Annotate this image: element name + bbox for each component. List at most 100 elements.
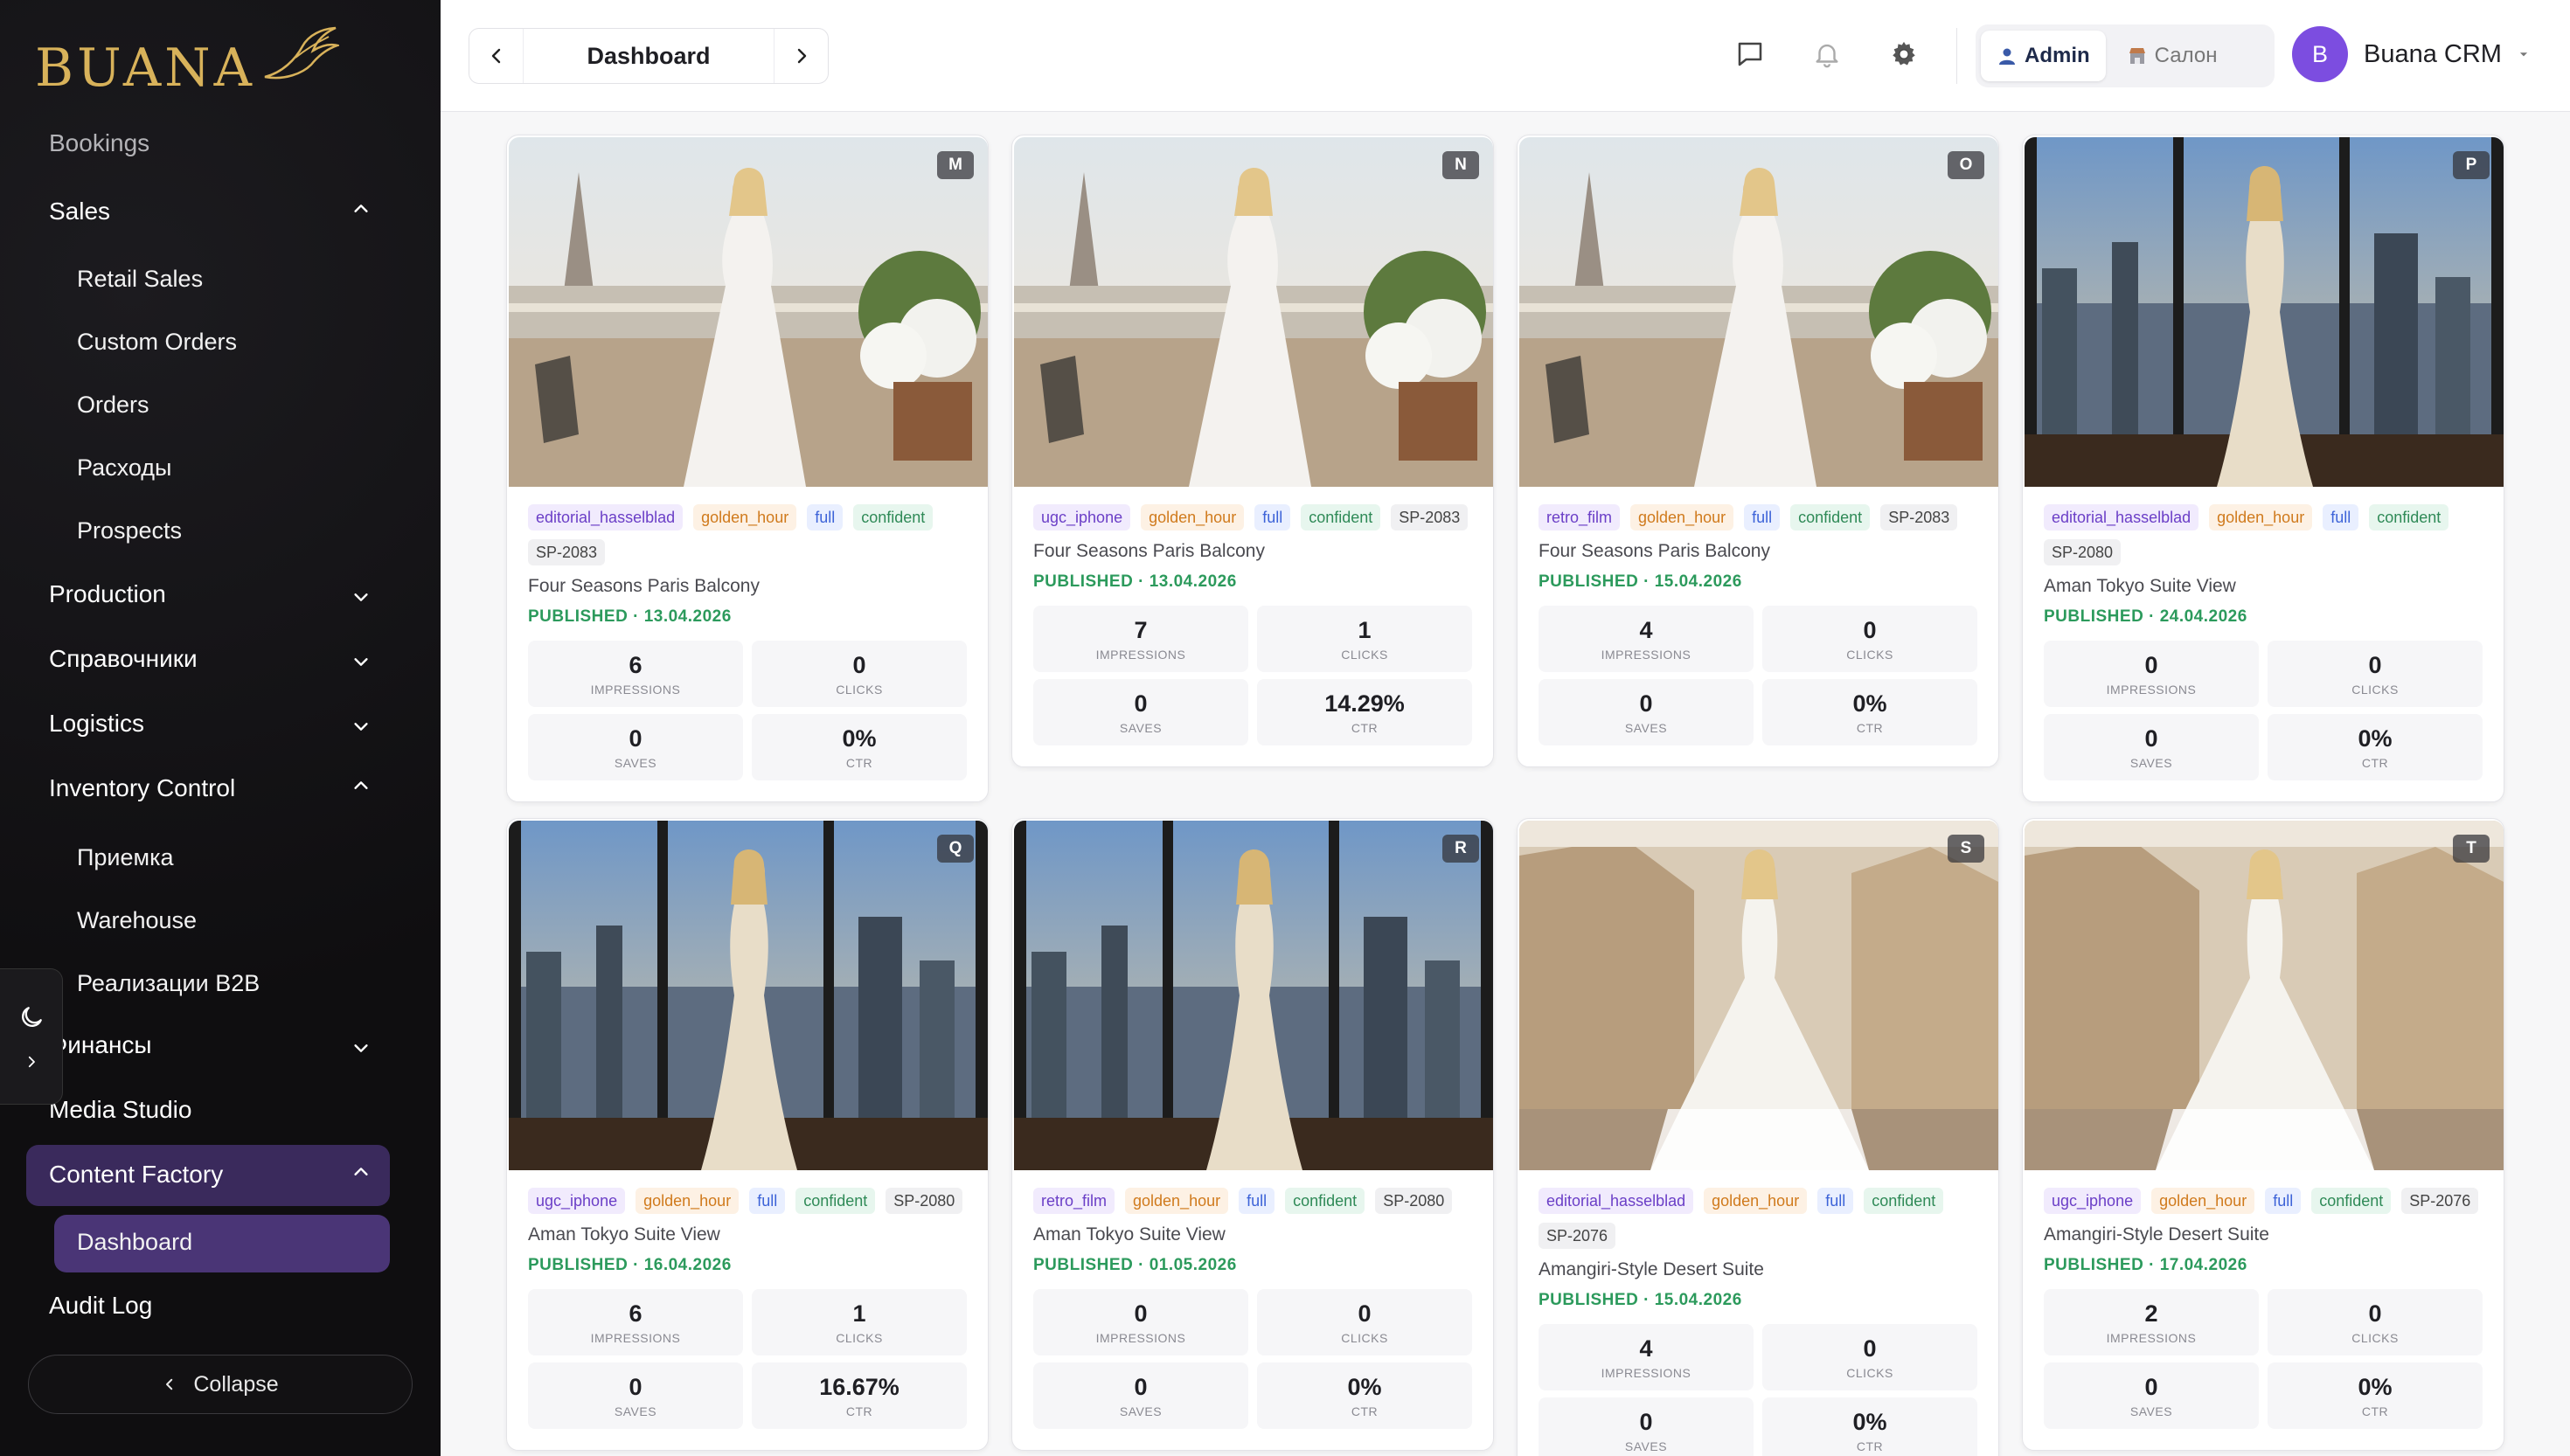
brand-logo[interactable]: BUANA [35,26,339,110]
stat-impressions: 6 IMPRESSIONS [528,1289,743,1355]
sidebar-item-spravochniki[interactable]: Справочники [49,645,198,673]
tag-chip[interactable]: editorial_hasselblad [1539,1188,1694,1214]
tag-chip[interactable]: editorial_hasselblad [528,504,684,530]
sidebar-item-b2b-sales[interactable]: Реализации B2B [77,970,260,997]
tag-chip[interactable]: confident [795,1188,876,1214]
card-photo[interactable]: T [2025,821,2504,1170]
tag-chip[interactable]: golden_hour [2151,1188,2255,1214]
card-status: PUBLISHED · 15.04.2026 [1539,1291,1742,1309]
card-photo[interactable]: N [1014,137,1493,487]
sidebar-item-inventory-control[interactable]: Inventory Control [49,774,235,802]
content-card[interactable]: N ugc_iphone golden_hour full confident SP-2… [1011,135,1494,767]
messages-button[interactable] [1733,37,1768,72]
chevron-down-icon[interactable] [350,1037,372,1059]
tag-chip[interactable]: confident [2369,504,2449,530]
card-photo[interactable]: R [1014,821,1493,1170]
moon-icon[interactable] [17,1003,45,1031]
content-card[interactable]: T ugc_iphone golden_hour full confident SP-2… [2022,818,2504,1451]
sidebar-item-priemka[interactable]: Приемка [77,844,174,871]
content-card[interactable]: R retro_film golden_hour full confident SP-2… [1011,818,1494,1451]
chevron-down-icon[interactable] [350,650,372,673]
tag-chip[interactable]: golden_hour [1630,504,1734,530]
sidebar-item-custom-orders[interactable]: Custom Orders [77,329,237,356]
tag-chip[interactable]: full [2265,1188,2302,1214]
tag-chip[interactable]: golden_hour [1141,504,1245,530]
tag-chip[interactable]: full [1744,504,1781,530]
tag-chip[interactable]: confident [1301,504,1381,530]
chevron-up-icon[interactable] [350,198,372,220]
card-photo[interactable]: P [2025,137,2504,487]
collapse-button[interactable]: Collapse [28,1355,413,1414]
tag-chip[interactable]: confident [2311,1188,2392,1214]
tag-chip[interactable]: SP-2080 [1375,1188,1453,1214]
sidebar-item-sales[interactable]: Sales [49,198,110,225]
content-card[interactable]: O retro_film golden_hour full confident SP-2… [1517,135,1999,767]
stat-ctr: 16.67% CTR [752,1362,967,1429]
back-button[interactable] [469,29,524,83]
chevron-right-icon[interactable] [24,1054,39,1070]
tag-chip[interactable]: golden_hour [1704,1188,1808,1214]
tag-chip[interactable]: SP-2080 [2044,539,2122,565]
theme-toggle-tab[interactable] [0,968,63,1105]
sidebar-item-dashboard[interactable]: Dashboard [77,1229,192,1256]
tag-chip[interactable]: full [1239,1188,1275,1214]
sidebar-item-media-studio[interactable]: Media Studio [49,1096,191,1124]
tag-chip[interactable]: SP-2083 [1391,504,1469,530]
content-card[interactable]: P editorial_hasselblad golden_hour full con… [2022,135,2504,802]
tag-chip[interactable]: full [1254,504,1291,530]
tag-chip[interactable]: ugc_iphone [1033,504,1131,530]
sidebar-item-bookings[interactable]: Bookings [49,129,149,157]
sidebar-item-audit-log[interactable]: Audit Log [49,1292,152,1320]
card-photo[interactable]: S [1519,821,1998,1170]
notifications-button[interactable] [1809,37,1844,72]
sidebar-item-content-factory[interactable]: Content Factory [49,1161,223,1189]
chevron-up-icon[interactable] [350,774,372,797]
tag-chip[interactable]: full [807,504,844,530]
card-photo[interactable]: Q [509,821,988,1170]
tag-chip[interactable]: SP-2076 [1539,1223,1616,1249]
content-card[interactable]: M editorial_hasselblad golden_hour full con… [506,135,989,802]
tag-chip[interactable]: editorial_hasselblad [2044,504,2199,530]
tag-chip[interactable]: retro_film [1539,504,1621,530]
sidebar-item-finance[interactable]: Финансы [49,1031,152,1059]
stat-label: IMPRESSIONS [590,1330,681,1345]
settings-button[interactable] [1886,37,1921,72]
chevron-down-icon[interactable] [350,586,372,608]
tag-chip[interactable]: full [1817,1188,1854,1214]
card-photo[interactable]: O [1519,137,1998,487]
tag-chip[interactable]: ugc_iphone [2044,1188,2142,1214]
tag-chip[interactable]: golden_hour [1125,1188,1229,1214]
tag-chip[interactable]: confident [1790,504,1871,530]
content-card[interactable]: S editorial_hasselblad golden_hour full con… [1517,818,1999,1456]
user-menu[interactable]: B Buana CRM [2292,26,2530,82]
tag-chip[interactable]: golden_hour [636,1188,740,1214]
role-salon-button[interactable]: Салон [2111,31,2233,81]
tag-chip[interactable]: golden_hour [693,504,797,530]
sidebar-item-logistics[interactable]: Logistics [49,710,144,738]
tag-chip[interactable]: SP-2076 [2401,1188,2479,1214]
tag-chip[interactable]: retro_film [1033,1188,1115,1214]
tag-chip[interactable]: confident [853,504,934,530]
tag-chip[interactable]: ugc_iphone [528,1188,626,1214]
role-admin-button[interactable]: Admin [1981,31,2106,81]
tag-chip[interactable]: golden_hour [2209,504,2313,530]
tag-chip[interactable]: SP-2083 [1880,504,1958,530]
tag-chip[interactable]: confident [1285,1188,1365,1214]
card-photo[interactable]: M [509,137,988,487]
tag-chip[interactable]: SP-2083 [528,539,606,565]
chevron-down-icon[interactable] [350,715,372,738]
tag-chip[interactable]: full [2323,504,2359,530]
tag-chip[interactable]: confident [1864,1188,1944,1214]
sidebar-item-orders[interactable]: Orders [77,392,149,419]
tag-chip[interactable]: SP-2080 [886,1188,963,1214]
sidebar-item-expenses[interactable]: Расходы [77,454,171,482]
content-card[interactable]: Q ugc_iphone golden_hour full confident SP-2… [506,818,989,1451]
chevron-up-icon[interactable] [350,1161,372,1183]
sidebar-item-prospects[interactable]: Prospects [77,517,182,544]
sidebar-item-warehouse[interactable]: Warehouse [77,907,197,934]
tag-chip[interactable]: full [749,1188,786,1214]
forward-button[interactable] [774,29,828,83]
sidebar-item-retail-sales[interactable]: Retail Sales [77,266,203,293]
sidebar-item-production[interactable]: Production [49,580,166,608]
role-switcher: Admin Салон [1976,24,2275,87]
